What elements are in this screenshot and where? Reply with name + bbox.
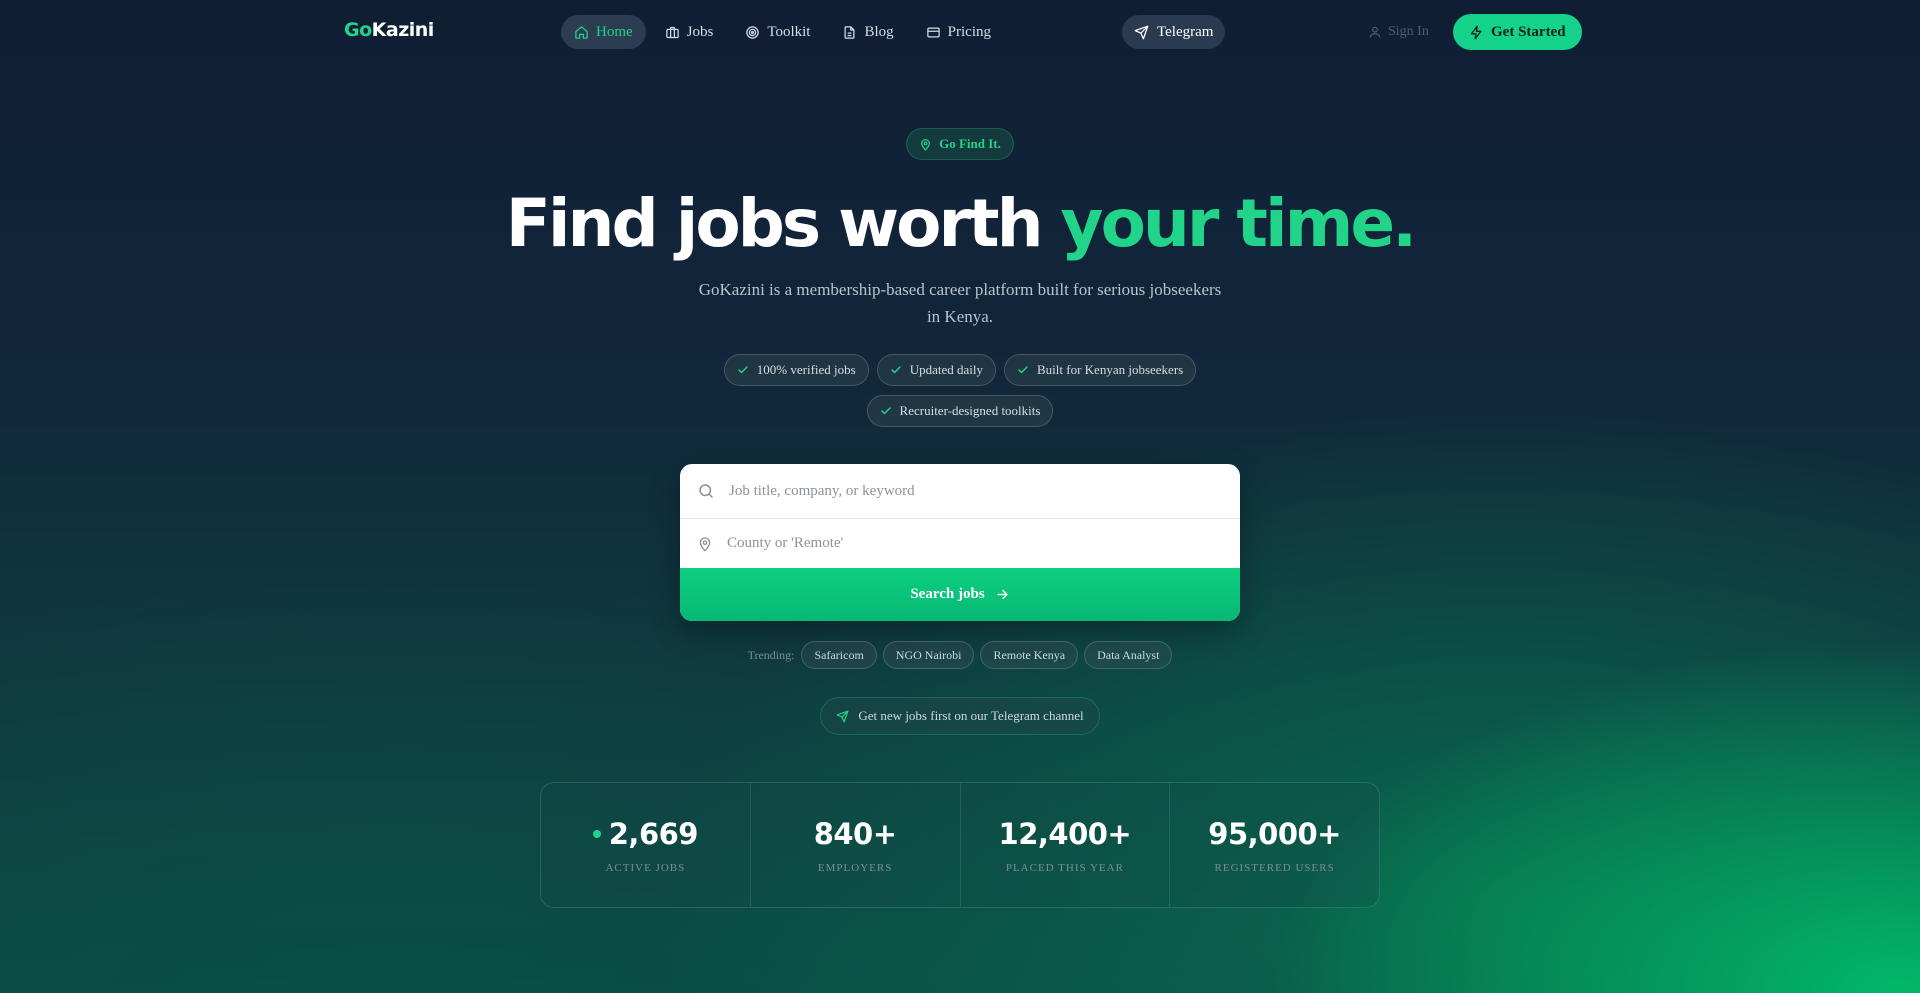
stat-employers: 840+ EMPLOYERS xyxy=(751,783,961,907)
trending-chip[interactable]: Safaricom xyxy=(801,641,877,669)
keyword-row xyxy=(680,464,1240,518)
check-icon xyxy=(880,405,892,417)
get-started-button[interactable]: Get Started xyxy=(1453,14,1582,50)
stat-value: 12,400+ xyxy=(998,817,1132,851)
top-navbar: GoKazini Home Jobs Toolkit Blog Pricing … xyxy=(0,0,1920,64)
user-icon xyxy=(1368,25,1382,39)
stat-label: PLACED THIS YEAR xyxy=(1005,862,1124,874)
telegram-channel-link[interactable]: Get new jobs first on our Telegram chann… xyxy=(820,697,1100,735)
nav-link-blog[interactable]: Blog xyxy=(829,15,906,49)
stat-placed: 12,400+ PLACED THIS YEAR xyxy=(961,783,1171,907)
check-icon xyxy=(737,364,749,376)
search-icon xyxy=(697,482,715,500)
stat-label: EMPLOYERS xyxy=(817,862,893,874)
hero-headline: Find jobs worth your time. xyxy=(505,185,1417,262)
trending-chip[interactable]: Remote Kenya xyxy=(980,641,1079,669)
stat-registered-users: 95,000+ REGISTERED USERS xyxy=(1170,783,1379,907)
trending-label: Trending: xyxy=(747,647,795,662)
stat-label: REGISTERED USERS xyxy=(1214,862,1335,874)
arrow-right-icon xyxy=(995,587,1010,602)
lightning-icon xyxy=(1469,25,1484,40)
stat-label: ACTIVE JOBS xyxy=(605,862,686,874)
feature-chips-row-2: Recruiter-designed toolkits xyxy=(0,395,1920,427)
nav-link-toolkit[interactable]: Toolkit xyxy=(732,15,823,49)
briefcase-icon xyxy=(665,25,680,40)
stat-active-jobs: 2,669 ACTIVE JOBS xyxy=(541,783,751,907)
check-icon xyxy=(890,364,902,376)
telegram-button[interactable]: Telegram xyxy=(1122,15,1226,49)
feature-chip: Updated daily xyxy=(876,354,996,386)
send-icon xyxy=(836,709,849,723)
location-input[interactable] xyxy=(727,535,1197,552)
sign-in-link[interactable]: Sign In xyxy=(1368,15,1429,49)
check-icon xyxy=(1017,364,1029,376)
stats-panel: 2,669 ACTIVE JOBS 840+ EMPLOYERS 12,400+… xyxy=(540,782,1380,908)
nav-link-home[interactable]: Home xyxy=(561,15,646,49)
home-icon xyxy=(574,25,589,40)
keyword-input[interactable] xyxy=(729,482,1199,500)
document-icon xyxy=(842,25,857,40)
trending-row: Trending: Safaricom NGO Nairobi Remote K… xyxy=(0,641,1920,669)
send-icon xyxy=(1134,25,1149,40)
stat-value: 95,000+ xyxy=(1208,817,1341,851)
search-jobs-button[interactable]: Search jobs xyxy=(680,568,1240,621)
credit-card-icon xyxy=(926,25,941,40)
trending-chip[interactable]: Data Analyst xyxy=(1084,641,1173,669)
map-pin-icon xyxy=(697,535,713,553)
feature-chip: 100% verified jobs xyxy=(723,354,869,386)
live-dot xyxy=(592,830,601,838)
logo[interactable]: GoKazini xyxy=(344,19,434,41)
search-card: Search jobs xyxy=(680,464,1240,621)
location-row xyxy=(680,518,1240,568)
feature-chip: Built for Kenyan jobseekers xyxy=(1004,354,1197,386)
feature-chip: Recruiter-designed toolkits xyxy=(866,395,1054,427)
feature-chips-row-1: 100% verified jobs Updated daily Built f… xyxy=(0,354,1920,386)
target-icon xyxy=(745,25,760,40)
nav-links: Home Jobs Toolkit Blog Pricing xyxy=(561,15,1004,49)
hero-badge: Go Find It. xyxy=(906,128,1014,160)
map-pin-icon xyxy=(919,138,932,151)
nav-link-pricing[interactable]: Pricing xyxy=(913,15,1004,49)
hero-subtitle: GoKazini is a membership-based career pl… xyxy=(698,280,1222,326)
trending-chip[interactable]: NGO Nairobi xyxy=(882,641,975,669)
stat-value: 840+ xyxy=(813,817,897,851)
stat-value: 2,669 xyxy=(608,817,699,851)
nav-link-jobs[interactable]: Jobs xyxy=(652,15,727,49)
